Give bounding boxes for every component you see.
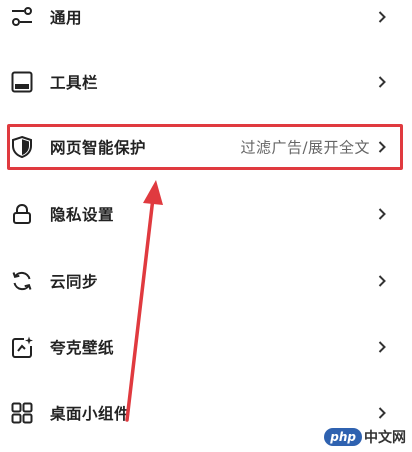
watermark-site: 中文网	[364, 430, 406, 446]
watermark-php: php	[324, 428, 362, 446]
watermark-logo: php 中文网	[324, 426, 406, 448]
annotation-arrow	[125, 180, 163, 422]
